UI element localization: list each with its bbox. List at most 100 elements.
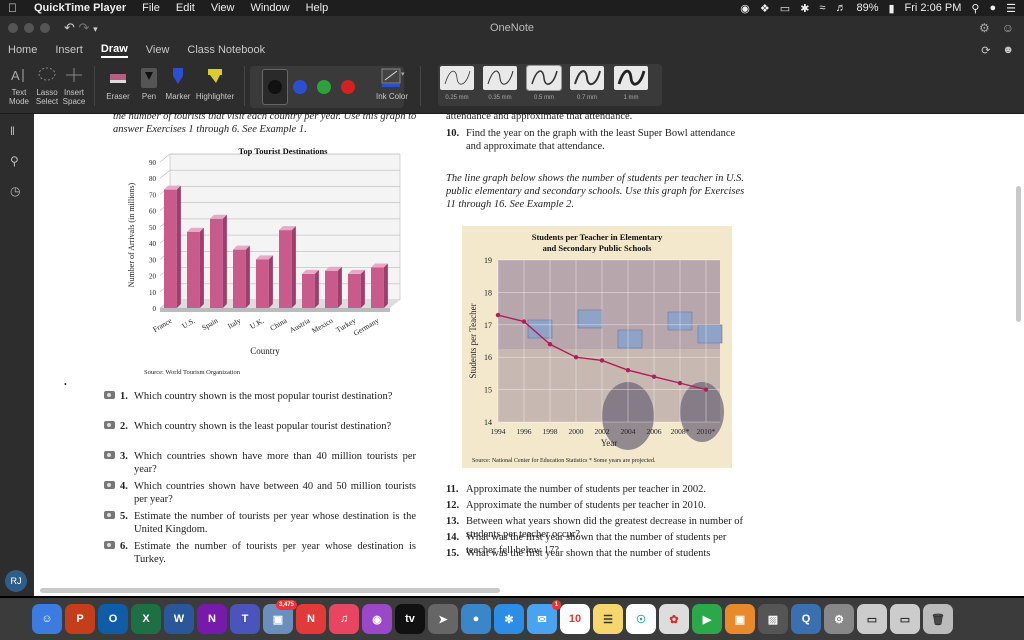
teams-icon[interactable]: T: [230, 604, 260, 634]
vertical-scrollbar[interactable]: [1016, 186, 1021, 322]
onenote-icon[interactable]: N: [197, 604, 227, 634]
safari-icon[interactable]: ✻: [494, 604, 524, 634]
tab-home[interactable]: Home: [8, 44, 37, 56]
news-icon[interactable]: N: [296, 604, 326, 634]
books-icon[interactable]: ▣: [725, 604, 755, 634]
powerpoint-icon[interactable]: P: [65, 604, 95, 634]
sync-icon[interactable]: ⟳: [981, 44, 990, 57]
pen-color-blue[interactable]: [293, 80, 307, 94]
bluetooth-icon[interactable]: ✱: [800, 2, 809, 15]
system-preferences-icon[interactable]: ⚙: [824, 604, 854, 634]
stroke-width-0-25[interactable]: 0.25 mm: [440, 66, 474, 104]
data-point: [547, 342, 553, 347]
notes-icon[interactable]: ☰: [593, 604, 623, 634]
siri-icon[interactable]: ●: [461, 604, 491, 634]
marker-button[interactable]: Marker: [164, 66, 192, 101]
pen-color-green[interactable]: [317, 80, 331, 94]
bell-icon[interactable]: ⚙: [979, 21, 990, 35]
tab-view[interactable]: View: [146, 44, 170, 56]
right-cut-text: attendance and approximate that attendan…: [446, 114, 633, 122]
menu-file[interactable]: File: [142, 2, 160, 14]
tab-draw[interactable]: Draw: [100, 43, 128, 58]
chrome-icon[interactable]: ☉: [626, 604, 656, 634]
data-point: [703, 387, 709, 392]
calendar-icon[interactable]: 10: [560, 604, 590, 634]
window-title: OneNote: [489, 22, 535, 34]
search-icon[interactable]: ⚲: [10, 154, 24, 168]
menu-edit[interactable]: Edit: [176, 2, 195, 14]
screenshot-icon[interactable]: ▨: [758, 604, 788, 634]
lasso-select-button[interactable]: Lasso Select: [34, 66, 60, 106]
clock[interactable]: Fri 2:06 PM: [905, 2, 962, 14]
pen-color-red[interactable]: [341, 80, 355, 94]
word-icon[interactable]: W: [164, 604, 194, 634]
exercise-text: Which country shown is the most popular …: [134, 391, 393, 402]
control-center-icon[interactable]: ☰: [1006, 2, 1016, 15]
bar: [325, 270, 338, 308]
siri-icon[interactable]: ●: [989, 2, 996, 14]
stroke-width-0-5[interactable]: 0.5 mm: [526, 65, 562, 104]
battery-percent[interactable]: 89%: [856, 2, 878, 14]
data-point: [495, 312, 501, 318]
pen-color-black[interactable]: [268, 80, 282, 94]
stroke-width-1[interactable]: 1 mm: [614, 66, 648, 104]
wifi-icon[interactable]: ≈: [819, 2, 825, 14]
messages-icon[interactable]: ✉ 1: [527, 600, 561, 634]
horizontal-scrollbar[interactable]: [40, 588, 500, 593]
window-thumbnail-icon[interactable]: ▭: [857, 604, 887, 634]
facetime-icon[interactable]: ▶: [692, 604, 722, 634]
y-tick-label: 0: [153, 305, 157, 313]
insert-space-button[interactable]: Insert Space: [60, 66, 88, 106]
pen-button[interactable]: Pen: [136, 66, 162, 101]
quicktime-icon[interactable]: Q: [791, 604, 821, 634]
y-tick-label: 15: [484, 386, 492, 395]
stroke-preview-icon: [614, 66, 648, 90]
tab-class-notebook[interactable]: Class Notebook: [187, 44, 265, 56]
window-thumbnail-icon[interactable]: ▭: [890, 604, 920, 634]
ink-color-button[interactable]: ▾ Ink Color: [374, 66, 410, 101]
notebooks-icon[interactable]: ‖: [10, 124, 24, 138]
photos-icon[interactable]: ✿: [659, 604, 689, 634]
apple-tv-icon[interactable]: tv: [395, 604, 425, 634]
record-icon[interactable]: ◉: [740, 2, 750, 15]
menu-app-name[interactable]: QuickTime Player: [34, 2, 126, 14]
dropbox-icon[interactable]: ❖: [760, 2, 770, 15]
photo-monitor: [697, 324, 723, 344]
trash-icon[interactable]: 🗑: [923, 604, 953, 634]
note-page[interactable]: the number of tourists that visit each c…: [34, 114, 1024, 596]
launchpad-icon[interactable]: ➤: [428, 604, 458, 634]
menu-window[interactable]: Window: [250, 2, 289, 14]
exercise-item: 4. Which countries shown have between 40 …: [104, 480, 416, 506]
finder-icon[interactable]: ☺: [32, 604, 62, 634]
spotlight-icon[interactable]: ⚲: [971, 2, 979, 15]
apple-icon[interactable]: : [8, 1, 22, 15]
menu-view[interactable]: View: [211, 2, 235, 14]
stroke-width-0-35[interactable]: 0.35 mm: [483, 66, 517, 104]
music-icon[interactable]: ♫: [329, 604, 359, 634]
recent-clock-icon[interactable]: ◷: [10, 184, 24, 198]
exercise-text: Which countries shown have between 40 an…: [134, 481, 416, 505]
account-icon[interactable]: ☻: [1002, 44, 1014, 57]
podcasts-icon[interactable]: ◉: [362, 604, 392, 634]
airplay-icon[interactable]: ▭: [780, 2, 790, 15]
preview-icon[interactable]: ▣ 3,475: [263, 600, 297, 634]
text-mode-button[interactable]: A Text Mode: [4, 66, 34, 106]
share-icon[interactable]: ☺: [1002, 21, 1014, 35]
menu-help[interactable]: Help: [306, 2, 329, 14]
stroke-preview-icon: [526, 65, 562, 91]
exercise-item: 5. Estimate the number of tourists per ye…: [104, 510, 416, 536]
volume-icon[interactable]: ♬: [835, 2, 846, 14]
outlook-icon[interactable]: O: [98, 604, 128, 634]
y-tick-label: 40: [149, 240, 157, 248]
avatar[interactable]: RJ: [5, 570, 27, 592]
bar: [371, 267, 384, 308]
tab-insert[interactable]: Insert: [55, 44, 83, 56]
eraser-button[interactable]: Eraser: [102, 66, 134, 101]
chart-title: Top Tourist Destinations: [239, 146, 329, 156]
text-mode-icon: A: [11, 68, 24, 83]
highlighter-button[interactable]: Highlighter: [194, 66, 236, 101]
battery-icon[interactable]: ▮: [888, 2, 894, 15]
exercise-item: 12. Approximate the number of students pe…: [446, 499, 752, 512]
excel-icon[interactable]: X: [131, 604, 161, 634]
stroke-width-0-7[interactable]: 0.7 mm: [570, 66, 604, 104]
